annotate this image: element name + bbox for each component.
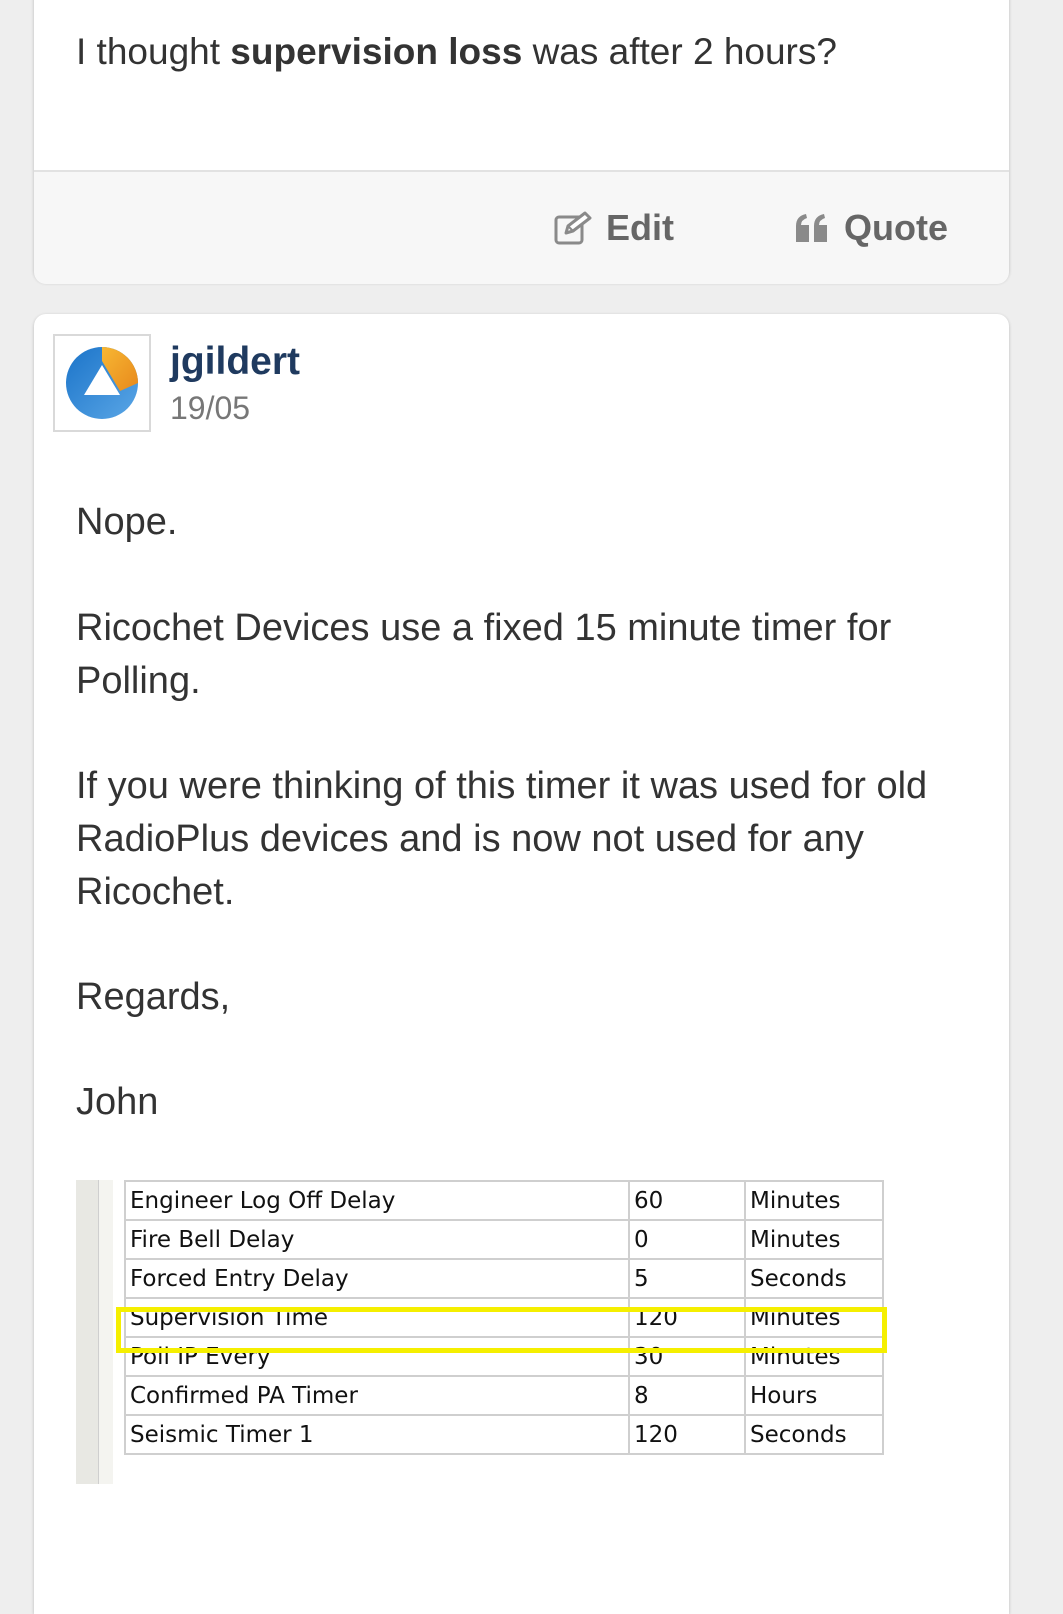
setting-name: Seismic Timer 1 (124, 1414, 630, 1455)
reply-post-card: jgildert 19/05 Nope. Ricochet Devices us… (34, 314, 1009, 1614)
edit-button[interactable]: Edit (554, 206, 674, 250)
setting-name: Engineer Log Off Delay (124, 1180, 630, 1221)
highlight-box (116, 1307, 887, 1353)
previous-post-text-end: was after 2 hours? (522, 31, 837, 72)
post-paragraph: Regards, (76, 976, 231, 1018)
setting-value: 5 (628, 1258, 746, 1299)
setting-unit: Hours (744, 1375, 884, 1416)
table-row: Seismic Timer 1 120 Seconds (124, 1414, 884, 1455)
previous-post-text-bold: supervision loss (230, 31, 523, 72)
quote-button[interactable]: Quote (794, 206, 948, 250)
post-paragraph: Ricochet Devices use a fixed 15 minute t… (76, 607, 892, 702)
setting-unit: Minutes (744, 1180, 884, 1221)
post-paragraph: Nope. (76, 501, 178, 543)
setting-value: 120 (628, 1414, 746, 1455)
setting-name: Fire Bell Delay (124, 1219, 630, 1260)
post-date: 19/05 (170, 390, 251, 426)
screenshot-gutter (76, 1180, 98, 1484)
setting-name: Confirmed PA Timer (124, 1375, 630, 1416)
setting-value: 60 (628, 1180, 746, 1221)
previous-post-text: I thought supervision loss was after 2 h… (76, 30, 837, 74)
post-actions-bar: Edit Quote (34, 170, 1009, 284)
setting-value: 0 (628, 1219, 746, 1260)
avatar[interactable] (53, 334, 151, 432)
previous-post-card: I thought supervision loss was after 2 h… (34, 0, 1009, 284)
attached-screenshot[interactable]: Engineer Log Off Delay 60 Minutes Fire Bell… (76, 1180, 891, 1484)
table-row: Forced Entry Delay 5 Seconds (124, 1258, 884, 1299)
post-paragraph: If you were thinking of this timer it wa… (76, 765, 928, 913)
edit-icon (554, 211, 592, 245)
post-author[interactable]: jgildert (170, 340, 300, 384)
post-signature: John (76, 1081, 159, 1123)
quote-label: Quote (844, 207, 948, 248)
setting-name: Forced Entry Delay (124, 1258, 630, 1299)
avatar-logo-icon (66, 347, 138, 419)
setting-value: 8 (628, 1375, 746, 1416)
edit-label: Edit (606, 207, 674, 248)
table-row: Engineer Log Off Delay 60 Minutes (124, 1180, 884, 1221)
previous-post-text-start: I thought (76, 31, 231, 72)
setting-unit: Minutes (744, 1219, 884, 1260)
setting-unit: Seconds (744, 1414, 884, 1455)
quote-icon (794, 212, 830, 244)
setting-unit: Seconds (744, 1258, 884, 1299)
table-row: Confirmed PA Timer 8 Hours (124, 1375, 884, 1416)
screenshot-gutter (98, 1180, 113, 1484)
table-row: Fire Bell Delay 0 Minutes (124, 1219, 884, 1260)
